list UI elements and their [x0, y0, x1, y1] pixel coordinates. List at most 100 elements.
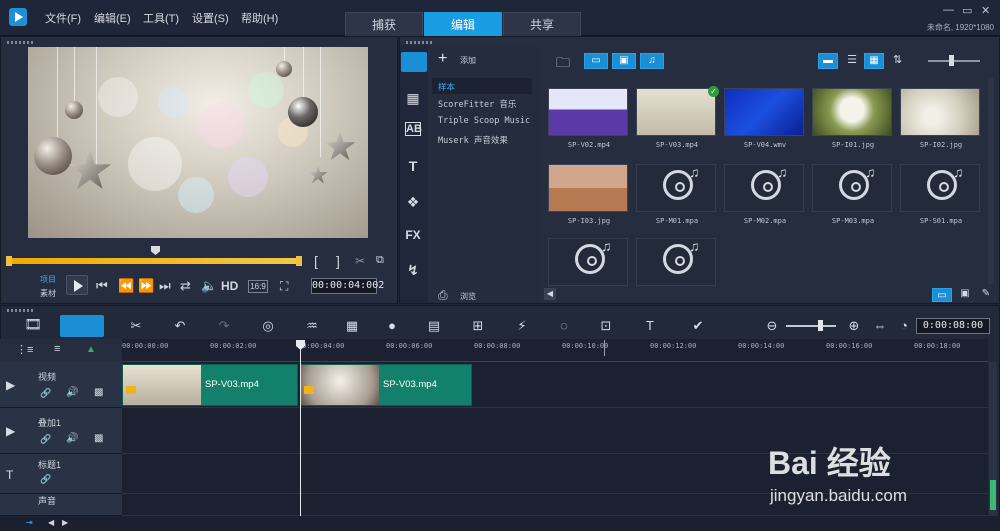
- media-item[interactable]: SP-V04.wmv: [722, 84, 808, 156]
- close-button[interactable]: ✕: [981, 4, 990, 17]
- trim-end-handle[interactable]: [296, 256, 302, 266]
- category-scorefitter[interactable]: ScoreFitter 音乐: [438, 98, 516, 110]
- fx-icon[interactable]: FX: [403, 228, 423, 246]
- zoom-slider[interactable]: [786, 325, 836, 327]
- mark-in-button[interactable]: [: [314, 253, 318, 269]
- graphics-icon[interactable]: ❖: [403, 194, 423, 212]
- media-item[interactable]: ♫ SP-S01.mpa: [898, 160, 984, 232]
- timeline-scroll-bar[interactable]: ⇥ ◀ ▶: [0, 516, 1000, 531]
- media-item[interactable]: ♫ SP-M03.mpa: [810, 160, 896, 232]
- go-end-icon[interactable]: ⏭: [159, 278, 171, 294]
- title-lane[interactable]: [122, 454, 988, 494]
- cut-clip-icon[interactable]: ✂: [355, 254, 365, 268]
- play-button[interactable]: [66, 275, 88, 295]
- restore-button[interactable]: ▭: [962, 4, 972, 17]
- timeline-clip[interactable]: SP-V03.mp4: [300, 364, 472, 406]
- browse-icon[interactable]: ⎙: [438, 288, 448, 303]
- aspect-ratio-select[interactable]: 16:9: [248, 280, 268, 293]
- library-grip[interactable]: [406, 41, 434, 44]
- view-list-button[interactable]: ☰: [842, 53, 862, 69]
- timeline-clip[interactable]: SP-V03.mp4: [122, 364, 298, 406]
- ripple-icon[interactable]: ▩: [94, 387, 103, 398]
- panel-grip[interactable]: [7, 41, 35, 44]
- link-icon[interactable]: 🔗: [40, 474, 51, 485]
- mark-out-button[interactable]: ]: [336, 253, 340, 269]
- path-icon[interactable]: ↯: [403, 262, 423, 280]
- media-item[interactable]: SP-I01.jpg: [810, 84, 896, 156]
- timeline-playhead[interactable]: [300, 340, 301, 516]
- timeline-timecode[interactable]: 0:00:08:00: [916, 318, 990, 334]
- track-manager-icon[interactable]: ⋮≡: [16, 343, 33, 356]
- mask-creator-icon[interactable]: ◌: [552, 318, 576, 333]
- add-track-icon[interactable]: ▲: [86, 344, 96, 355]
- timeline-view-button[interactable]: [60, 315, 104, 337]
- collapse-left-icon[interactable]: ◀: [544, 288, 556, 300]
- add-icon[interactable]: +: [438, 50, 447, 68]
- add-label[interactable]: 添加: [460, 55, 476, 66]
- title-ab-icon[interactable]: AB: [405, 122, 422, 136]
- track-header-title[interactable]: T 标题1 🔗: [0, 454, 122, 494]
- view-grid-button[interactable]: ▦: [864, 53, 884, 69]
- track-header-video[interactable]: ▶ 视频 🔗 🔊 ▩: [0, 362, 122, 408]
- mode-clip[interactable]: 素材: [40, 288, 56, 299]
- panel-layout-button[interactable]: ▭: [932, 288, 952, 302]
- prev-frame-icon[interactable]: ⏪: [118, 278, 134, 294]
- minimize-button[interactable]: —: [943, 4, 954, 16]
- zoom-slider-handle[interactable]: [818, 320, 823, 331]
- trim-start-handle[interactable]: [6, 256, 12, 266]
- next-frame-icon[interactable]: ⏩: [138, 278, 154, 294]
- menu-file[interactable]: 文件(F): [45, 10, 81, 26]
- pan-zoom-icon[interactable]: ⊡: [594, 318, 618, 334]
- title-3d-icon[interactable]: T: [638, 318, 662, 333]
- toolbox-icon[interactable]: ✂: [124, 318, 148, 334]
- timeline-scroll-thumb[interactable]: [990, 480, 996, 510]
- multi-camera-icon[interactable]: ⊞: [466, 318, 490, 334]
- sort-icon[interactable]: ⇅: [893, 53, 902, 66]
- timeline-grip[interactable]: [7, 309, 35, 312]
- track-header-overlay[interactable]: ▶ 叠加1 🔗 🔊 ▩: [0, 408, 122, 454]
- library-scrollbar[interactable]: [988, 78, 994, 284]
- scroll-right-icon[interactable]: ▶: [62, 518, 68, 527]
- menu-tools[interactable]: 工具(T): [143, 10, 179, 26]
- scroll-left-icon[interactable]: ◀: [48, 518, 54, 527]
- edit-options-icon[interactable]: ✎: [978, 288, 994, 302]
- browse-label[interactable]: 浏览: [460, 291, 476, 302]
- media-item[interactable]: ♫ SP-M02.mpa: [722, 160, 808, 232]
- mute-icon[interactable]: 🔊: [66, 433, 78, 444]
- mode-project[interactable]: 项目: [40, 274, 56, 285]
- filter-audio-button[interactable]: ♫: [640, 53, 664, 69]
- media-item[interactable]: ♫: [546, 234, 632, 306]
- media-item[interactable]: ♫ SP-M01.mpa: [634, 160, 720, 232]
- time-remap-icon[interactable]: ⚡: [510, 318, 534, 334]
- media-item[interactable]: ♫: [634, 234, 720, 306]
- tab-share[interactable]: 共享: [503, 12, 581, 36]
- overlay-lane[interactable]: [122, 408, 988, 454]
- media-item[interactable]: SP-I03.jpg: [546, 160, 632, 232]
- volume-icon[interactable]: 🔈: [201, 278, 217, 294]
- mute-icon[interactable]: 🔊: [66, 387, 78, 398]
- transition-icon[interactable]: ▦: [403, 90, 423, 108]
- zoom-in-icon[interactable]: ⊕: [842, 318, 866, 334]
- enlarge-preview-icon[interactable]: ⧉: [376, 254, 384, 267]
- storyboard-view-icon[interactable]: 🎞: [18, 316, 48, 336]
- category-sample[interactable]: 样本: [438, 81, 455, 93]
- media-item[interactable]: ✓ SP-V03.mp4: [634, 84, 720, 156]
- menu-settings[interactable]: 设置(S): [192, 10, 229, 26]
- zoom-out-icon[interactable]: ⊖: [760, 318, 784, 334]
- split-screen-icon[interactable]: ✔: [686, 318, 710, 334]
- filter-video-button[interactable]: ▭: [584, 53, 608, 69]
- motion-track-icon[interactable]: ●: [380, 318, 404, 333]
- folder-add-icon[interactable]: 🗀: [556, 52, 570, 76]
- category-triple-scoop[interactable]: Triple Scoop Music: [438, 116, 530, 126]
- sound-mixer-icon[interactable]: ♒: [300, 318, 324, 334]
- go-start-icon[interactable]: ⏮: [96, 278, 108, 294]
- preview-timecode[interactable]: 00:00:04:002: [311, 278, 384, 294]
- text-icon[interactable]: T: [403, 158, 423, 176]
- view-thumbnail-button[interactable]: ▬: [818, 53, 838, 69]
- chapter-icon[interactable]: ≡: [54, 343, 60, 355]
- filter-photo-button[interactable]: ▣: [612, 53, 636, 69]
- scrub-bar[interactable]: [8, 258, 302, 264]
- thumbnail-size-slider[interactable]: [928, 60, 980, 62]
- media-item[interactable]: SP-V02.mp4: [546, 84, 632, 156]
- redo-icon[interactable]: ↷: [212, 318, 236, 334]
